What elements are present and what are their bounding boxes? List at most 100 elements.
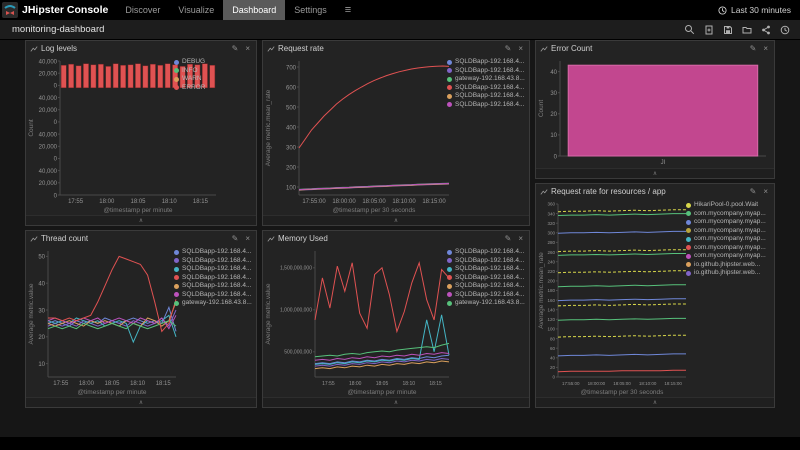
- legend-item[interactable]: io.github.jhipster.web...: [686, 261, 772, 270]
- svg-text:40,000: 40,000: [39, 96, 58, 102]
- svg-text:220: 220: [547, 269, 555, 274]
- timepicker-button[interactable]: [775, 21, 794, 38]
- panel-collapse-button[interactable]: ∧: [263, 397, 529, 407]
- svg-text:18:05:00: 18:05:00: [362, 199, 386, 205]
- panel-collapse-button[interactable]: ∧: [26, 397, 256, 407]
- panel-header[interactable]: Thread count ✎ ×: [26, 231, 256, 246]
- panel-body: 403020100JICount: [536, 56, 774, 168]
- open-button[interactable]: [737, 21, 756, 38]
- legend-item[interactable]: SQLDBapp-192.168.4...: [447, 58, 527, 67]
- panel-header[interactable]: Log levels ✎ ×: [26, 41, 256, 56]
- panel-edit-button[interactable]: ✎: [503, 235, 514, 243]
- legend-item[interactable]: gateway-192.168.43.8...: [447, 299, 527, 308]
- nav-item-dashboard[interactable]: Dashboard: [223, 0, 285, 20]
- svg-text:30: 30: [38, 308, 45, 314]
- panel-close-button[interactable]: ×: [243, 235, 252, 243]
- nav-item-discover[interactable]: Discover: [116, 0, 169, 20]
- svg-text:0: 0: [54, 157, 58, 163]
- legend-item[interactable]: SQLDBapp-192.168.4...: [447, 67, 527, 76]
- legend-item[interactable]: SQLDBapp-192.168.4...: [447, 274, 527, 283]
- legend-item[interactable]: SQLDBapp-192.168.4...: [174, 282, 254, 291]
- legend-item[interactable]: SQLDBapp-192.168.4...: [447, 84, 527, 93]
- legend-item[interactable]: SQLDBapp-192.168.4...: [447, 257, 527, 266]
- legend-item[interactable]: SQLDBapp-192.168.4...: [447, 92, 527, 101]
- hamburger-menu-icon[interactable]: ≡: [336, 0, 360, 20]
- svg-text:50: 50: [38, 255, 45, 261]
- svg-text:18:15: 18:15: [193, 199, 209, 205]
- save-icon: [723, 25, 733, 35]
- svg-text:360: 360: [547, 202, 555, 207]
- panel-collapse-button[interactable]: ∧: [536, 168, 774, 178]
- svg-text:140: 140: [547, 307, 555, 312]
- panel-close-button[interactable]: ×: [243, 45, 252, 53]
- panel-collapse-button[interactable]: ∧: [263, 215, 529, 225]
- share-button[interactable]: [756, 21, 775, 38]
- legend-item[interactable]: INFO: [174, 67, 254, 76]
- panel-collapse-button[interactable]: ∧: [536, 397, 774, 407]
- legend-item[interactable]: SQLDBapp-192.168.4...: [447, 101, 527, 110]
- legend-item[interactable]: com.mycompany.myap...: [686, 227, 772, 236]
- app-logo[interactable]: JHipster Console: [0, 0, 116, 20]
- error-count-chart[interactable]: 403020100JICount: [536, 56, 774, 168]
- panel-collapse-button[interactable]: ∧: [26, 215, 256, 225]
- legend-item[interactable]: io.github.jhipster.web...: [686, 269, 772, 278]
- save-button[interactable]: [718, 21, 737, 38]
- legend-item[interactable]: SQLDBapp-192.168.4...: [174, 257, 254, 266]
- legend-item[interactable]: com.mycompany.myap...: [686, 210, 772, 219]
- panel-close-button[interactable]: ×: [761, 45, 770, 53]
- search-button[interactable]: [680, 21, 699, 38]
- panel-header[interactable]: Error Count ✎ ×: [536, 41, 774, 56]
- legend-item[interactable]: SQLDBapp-192.168.4...: [174, 274, 254, 283]
- panel-close-button[interactable]: ×: [516, 235, 525, 243]
- panel-error-count: Error Count ✎ × 403020100JICount ∧: [535, 40, 775, 179]
- panel-edit-button[interactable]: ✎: [748, 45, 759, 53]
- svg-text:20,000: 20,000: [39, 108, 58, 114]
- panel-close-button[interactable]: ×: [516, 45, 525, 53]
- legend-item[interactable]: SQLDBapp-192.168.4...: [447, 282, 527, 291]
- query-input[interactable]: [110, 22, 680, 38]
- time-filter-button[interactable]: Last 30 minutes: [709, 0, 800, 20]
- legend-item[interactable]: HikariPool-0.pool.Wait: [686, 201, 772, 210]
- nav-item-visualize[interactable]: Visualize: [169, 0, 223, 20]
- panel-edit-button[interactable]: ✎: [748, 188, 759, 196]
- panel-edit-button[interactable]: ✎: [230, 45, 241, 53]
- svg-text:18:00:00: 18:00:00: [588, 381, 606, 386]
- legend-item[interactable]: SQLDBapp-192.168.4...: [447, 291, 527, 300]
- bottom-strip: [0, 437, 800, 450]
- svg-text:500,000,000: 500,000,000: [284, 350, 312, 356]
- legend-item[interactable]: SQLDBapp-192.168.4...: [447, 265, 527, 274]
- svg-text:18:10: 18:10: [130, 381, 146, 387]
- svg-text:10: 10: [38, 362, 45, 368]
- legend-item[interactable]: SQLDBapp-192.168.4...: [174, 248, 254, 257]
- svg-text:Average metric.mean_rate: Average metric.mean_rate: [538, 252, 545, 329]
- svg-text:Average metric.value: Average metric.value: [265, 283, 272, 344]
- legend-item[interactable]: SQLDBapp-192.168.4...: [174, 265, 254, 274]
- panel-edit-button[interactable]: ✎: [503, 45, 514, 53]
- legend-item[interactable]: WARN: [174, 75, 254, 84]
- nav-item-settings[interactable]: Settings: [285, 0, 336, 20]
- legend-item[interactable]: SQLDBapp-192.168.4...: [174, 291, 254, 300]
- svg-text:@timestamp per minute: @timestamp per minute: [347, 389, 416, 396]
- legend-item[interactable]: gateway-192.168.43.8...: [447, 75, 527, 84]
- panel-header[interactable]: Memory Used ✎ ×: [263, 231, 529, 246]
- legend-item[interactable]: gateway-192.168.43.8...: [174, 299, 254, 308]
- panel-header[interactable]: Request rate for resources / app ✎ ×: [536, 184, 774, 199]
- legend-item[interactable]: ERROR: [174, 84, 254, 93]
- panel-edit-button[interactable]: ✎: [230, 235, 241, 243]
- legend-item[interactable]: SQLDBapp-192.168.4...: [447, 248, 527, 257]
- new-dashboard-button[interactable]: [699, 21, 718, 38]
- svg-text:17:55:00: 17:55:00: [302, 199, 326, 205]
- chart-legend: SQLDBapp-192.168.4...SQLDBapp-192.168.4.…: [447, 58, 527, 109]
- legend-item[interactable]: com.mycompany.myap...: [686, 235, 772, 244]
- dashboard-grid: Log levels ✎ × 40,00020,000040,00020,000…: [0, 40, 800, 450]
- panel-title: Request rate: [278, 44, 500, 53]
- legend-item[interactable]: com.mycompany.myap...: [686, 252, 772, 261]
- legend-item[interactable]: com.mycompany.myap...: [686, 244, 772, 253]
- panel-header[interactable]: Request rate ✎ ×: [263, 41, 529, 56]
- brand-title: JHipster Console: [22, 4, 108, 16]
- chart-legend: HikariPool-0.pool.Waitcom.mycompany.myap…: [686, 201, 772, 278]
- legend-item[interactable]: com.mycompany.myap...: [686, 218, 772, 227]
- share-icon: [761, 25, 771, 35]
- legend-item[interactable]: DEBUG: [174, 58, 254, 67]
- panel-close-button[interactable]: ×: [761, 188, 770, 196]
